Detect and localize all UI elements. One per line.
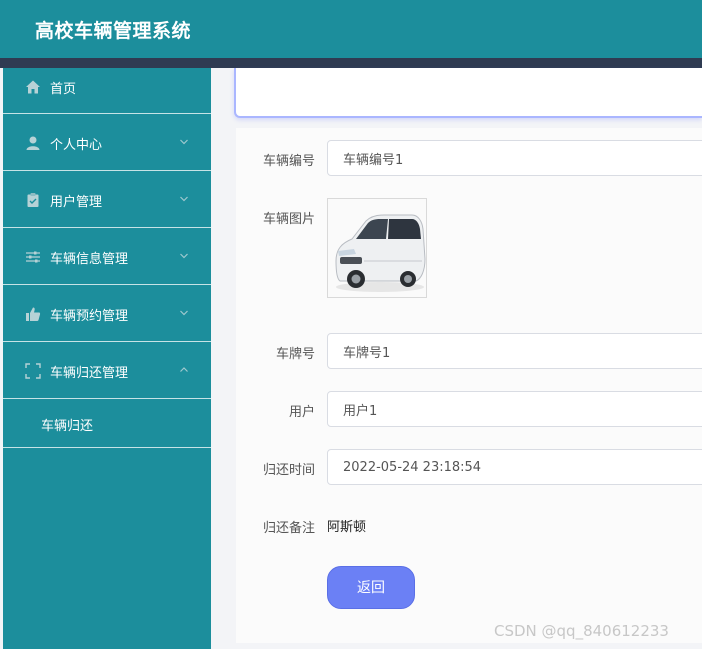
user-field[interactable] <box>327 391 702 427</box>
vehicle-no-label: 车辆编号 <box>262 154 315 169</box>
sidebar-item-home[interactable]: 首页 <box>3 68 211 114</box>
return-note-label: 归还备注 <box>262 521 315 536</box>
return-time-field[interactable] <box>327 449 702 485</box>
fullscreen-icon <box>25 363 41 379</box>
sidebar-subitem-vehicle-return[interactable]: 车辆归还 <box>3 399 211 448</box>
breadcrumb-card <box>234 68 702 118</box>
sliders-icon <box>26 251 40 263</box>
watermark: CSDN @qq_840612233 <box>494 622 669 640</box>
header-divider <box>0 58 702 68</box>
user-icon <box>26 136 40 150</box>
app-header: 高校车辆管理系统 <box>0 0 702 58</box>
sidebar-item-vehicle-return[interactable]: 车辆归还管理 <box>3 342 211 399</box>
sidebar-item-label: 个人中心 <box>50 138 103 153</box>
home-icon <box>26 80 40 94</box>
detail-form <box>236 128 702 643</box>
back-button[interactable]: 返回 <box>327 566 415 609</box>
sidebar-item-user-management[interactable]: 用户管理 <box>3 171 211 228</box>
sidebar-item-label: 车辆归还管理 <box>50 366 129 381</box>
vehicle-image-label: 车辆图片 <box>262 212 315 227</box>
chevron-down-icon <box>180 310 188 316</box>
thumb-icon <box>26 307 41 321</box>
clipboard-icon <box>27 193 39 207</box>
return-time-label: 归还时间 <box>262 463 315 478</box>
app-title: 高校车辆管理系统 <box>35 20 192 42</box>
return-note-value: 阿斯顿 <box>327 520 367 535</box>
sidebar-item-vehicle-info[interactable]: 车辆信息管理 <box>3 228 211 285</box>
chevron-down-icon <box>180 253 188 259</box>
sidebar-item-vehicle-reservation[interactable]: 车辆预约管理 <box>3 285 211 342</box>
sidebar: 首页 个人中心 用户管理 车辆信息管理 车辆预约管理 车辆归还管理 车辆归还 <box>3 68 211 649</box>
vehicle-image[interactable] <box>327 198 427 298</box>
vehicle-no-field[interactable] <box>327 140 702 176</box>
plate-no-field[interactable] <box>327 333 702 369</box>
car-photo <box>328 199 426 297</box>
sidebar-item-label: 用户管理 <box>50 195 103 210</box>
sidebar-item-label: 车辆信息管理 <box>50 252 129 267</box>
sidebar-item-label: 首页 <box>50 82 77 97</box>
chevron-down-icon <box>180 196 188 202</box>
chevron-down-icon <box>180 139 188 145</box>
sidebar-subitem-label: 车辆归还 <box>41 419 94 434</box>
chevron-up-icon <box>180 367 188 372</box>
user-label: 用户 <box>288 405 315 420</box>
sidebar-item-label: 车辆预约管理 <box>50 309 129 324</box>
sidebar-item-personal-center[interactable]: 个人中心 <box>3 114 211 171</box>
plate-no-label: 车牌号 <box>275 347 315 362</box>
